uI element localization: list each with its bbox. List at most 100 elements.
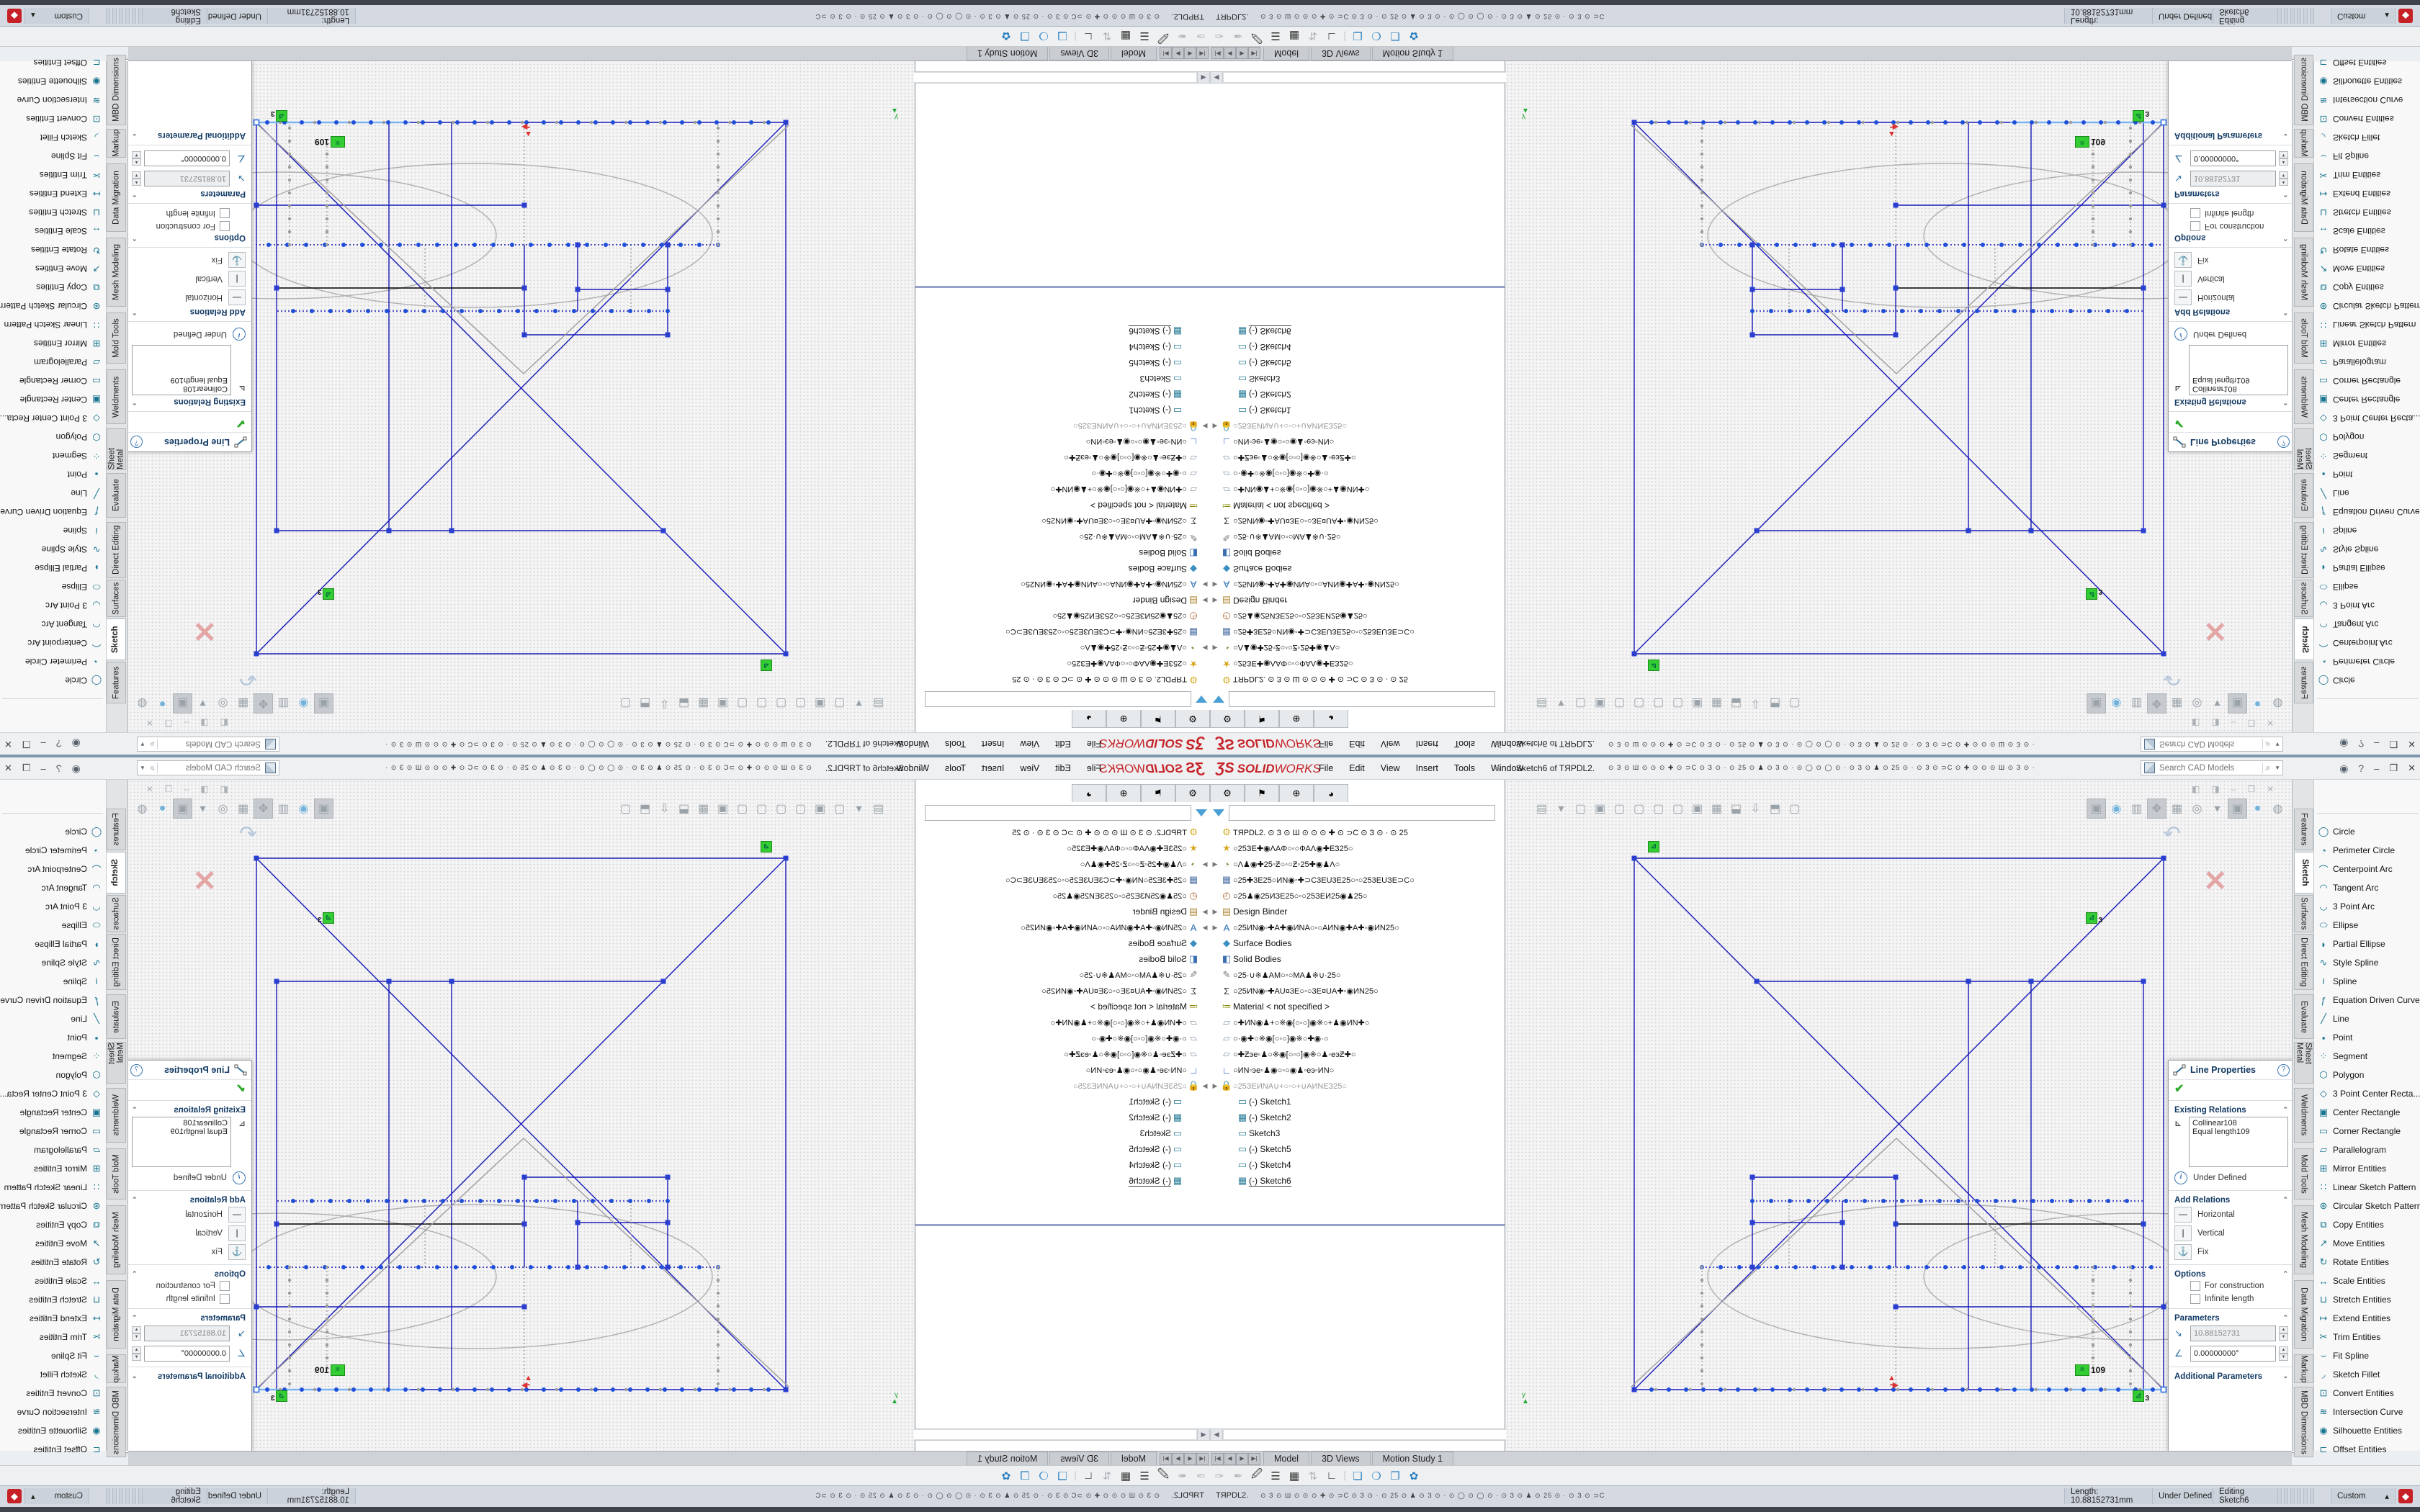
sketch-point[interactable] (1906, 1265, 1910, 1269)
sketch-point[interactable] (2129, 1331, 2132, 1333)
sketch-point[interactable] (717, 1382, 720, 1385)
tree-row[interactable]: ▭ (-) Sketch5 (1210, 355, 1505, 371)
sketch-point[interactable] (1931, 121, 1934, 124)
sketch-vertex-handle[interactable] (1632, 120, 1637, 125)
sketch-point[interactable] (697, 1265, 702, 1269)
tree-row[interactable]: ▶ ▤ Design Binder (915, 904, 1210, 919)
sketch-vertex-handle[interactable] (1632, 856, 1637, 861)
sketch-point[interactable] (529, 1265, 533, 1269)
command-tab-direct-editing[interactable]: Direct Editing (2294, 934, 2313, 990)
sketch-point[interactable] (1793, 243, 1798, 247)
tab-nav-icon[interactable]: ▶| (1160, 47, 1172, 59)
sketch-point[interactable] (326, 1344, 328, 1346)
minimize-button[interactable]: – (2374, 763, 2379, 774)
tree-row[interactable]: ◆ Surface Bodies (915, 561, 1210, 577)
sketch-point[interactable] (516, 1199, 520, 1203)
sketch-point[interactable] (422, 309, 426, 313)
sketch-point[interactable] (1831, 1265, 1835, 1269)
sketch-point[interactable] (1827, 121, 1830, 124)
sketch-vertex-handle[interactable] (387, 979, 392, 984)
sketch-point[interactable] (1770, 120, 1775, 125)
sketch-point[interactable] (1850, 243, 1854, 247)
sketch-vertex-handle[interactable] (1750, 1175, 1755, 1180)
command-tab-sketch[interactable]: Sketch (105, 852, 126, 894)
tree-row[interactable]: Σ ○25ИN◉◦✚ΑU¤3Е○◦○3Е¤UΑ✚◦◉ИN25○ (1210, 513, 1505, 529)
tree-row[interactable]: ◴ ○25♟◉25ИЗЕ25○◦○25ЗЕИ25◉♟25○ (915, 888, 1210, 904)
sketch-point[interactable] (1718, 1265, 1723, 1269)
sketch-point[interactable] (678, 243, 683, 247)
sketch-point[interactable] (641, 243, 645, 247)
sketch-vertex-handle[interactable] (1894, 1175, 1899, 1180)
command-mirror-entities[interactable]: ⊞Mirror Entities (2314, 1160, 2420, 1177)
command-fit-spline[interactable]: ⌣Fit Spline (2314, 1347, 2420, 1364)
bottom-toolbar-icon[interactable]: ⇅ (1304, 1470, 1322, 1482)
command-fit-spline[interactable]: ⌣Fit Spline (2314, 148, 2420, 165)
ghost-ellipse[interactable] (1708, 1205, 2183, 1349)
tree-filter-input[interactable] (1229, 691, 1495, 707)
sketch-point[interactable] (2069, 121, 2072, 124)
command-stretch-entities[interactable]: ⊔Stretch Entities (0, 1291, 106, 1308)
sketch-point[interactable] (590, 121, 593, 124)
command-tab-surfaces[interactable]: Surfaces (2294, 895, 2313, 932)
command-intersection-curve[interactable]: ≋Intersection Curve (0, 1403, 106, 1421)
command-offset-entities[interactable]: ⊏Offset Entities (0, 54, 106, 71)
command-sketch-fillet[interactable]: ◞Sketch Fillet (0, 1366, 106, 1383)
sketch-point[interactable] (1850, 1265, 1854, 1269)
bottom-toolbar-icon[interactable]: ❍ (1367, 30, 1386, 43)
command-fit-spline[interactable]: ⌣Fit Spline (0, 1347, 106, 1364)
bottom-toolbar-icon[interactable]: ┆ (1341, 32, 1348, 42)
tree-row[interactable]: ◴ ○25♟◉25ИЗЕ25○◦○25ЗЕИ25◉♟25○ (1210, 608, 1505, 624)
bottom-toolbar-icon[interactable]: ∟ (1322, 1470, 1341, 1482)
feature-manager-tab[interactable]: ⊕ (1106, 710, 1141, 728)
command-convert-entities[interactable]: ⊡Convert Entities (2314, 110, 2420, 127)
sketch-point[interactable] (714, 1387, 719, 1392)
document-tab[interactable]: Motion Study 1 (1372, 1452, 1453, 1465)
tree-row[interactable]: ▭ (-) Sketch4 (1210, 339, 1505, 355)
sketch-point[interactable] (2129, 1369, 2132, 1372)
angle-spinner[interactable]: ▲▼ (132, 151, 141, 166)
close-button[interactable]: ✕ (2408, 738, 2416, 750)
command-equation-driven-curve[interactable]: ƒEquation Driven Curve (2314, 991, 2420, 1009)
add-relation-button[interactable]: | Vertical (126, 269, 251, 288)
sketch-point[interactable] (1700, 243, 1703, 246)
sketch-point[interactable] (555, 1388, 558, 1391)
sketch-point[interactable] (422, 1199, 426, 1203)
sketch-point[interactable] (2087, 1199, 2092, 1203)
add-relation-button[interactable]: — Horizontal (126, 288, 251, 307)
sketch-point[interactable] (326, 166, 328, 168)
sketch-point[interactable] (2000, 121, 2003, 124)
sketch-point[interactable] (326, 1318, 328, 1320)
sketch-point[interactable] (398, 1265, 402, 1269)
tree-splitter[interactable] (1210, 1224, 1505, 1226)
account-icon[interactable]: ◉ (72, 738, 81, 750)
bottom-toolbar-icon[interactable]: ✒ (1173, 1470, 1191, 1482)
sketch-vertex-handle[interactable] (1632, 1387, 1637, 1392)
command-parallelogram[interactable]: ▱Parallelogram (2314, 354, 2420, 371)
command-spline[interactable]: ≀Spline (0, 973, 106, 990)
bottom-toolbar-icon[interactable]: ✑ (1191, 1470, 1210, 1482)
sketch-point[interactable] (403, 1199, 408, 1203)
option-row[interactable]: For construction (126, 220, 251, 233)
add-relation-button[interactable]: ⚓ Fix (2169, 1243, 2294, 1261)
bottom-toolbar-icon[interactable]: ❏ (1348, 30, 1367, 43)
length-field[interactable]: 10.88152731 (144, 1326, 230, 1341)
sketch-point[interactable] (1770, 1387, 1775, 1392)
sketch-point[interactable] (1900, 309, 1904, 313)
sketch-point[interactable] (2030, 120, 2034, 125)
sketch-point[interactable] (2129, 1305, 2132, 1308)
command-tangent-arc[interactable]: ◠Tangent Arc (2314, 616, 2420, 633)
sketch-point[interactable] (288, 1292, 291, 1295)
command-tab-mold-tools[interactable]: Mold Tools (2294, 312, 2313, 364)
feature-manager-tab[interactable]: ⚙ (1175, 784, 1210, 802)
command-parallelogram[interactable]: ▱Parallelogram (0, 1141, 106, 1158)
sketch-point[interactable] (559, 1387, 563, 1392)
sketch-point[interactable] (2129, 1318, 2132, 1320)
command-tab-weldments[interactable]: Weldments (107, 1088, 126, 1143)
tree-row[interactable]: ▭ Sketch3 (1210, 1125, 1505, 1141)
sketch-point[interactable] (1956, 1199, 1960, 1203)
command-tangent-arc[interactable]: ◠Tangent Arc (2314, 879, 2420, 896)
sketch-vertex-handle[interactable] (1632, 652, 1637, 657)
sketch-point[interactable] (624, 1388, 627, 1391)
sketch-point[interactable] (1737, 243, 1742, 247)
command-copy-entities[interactable]: ⧉Copy Entities (0, 1216, 106, 1233)
